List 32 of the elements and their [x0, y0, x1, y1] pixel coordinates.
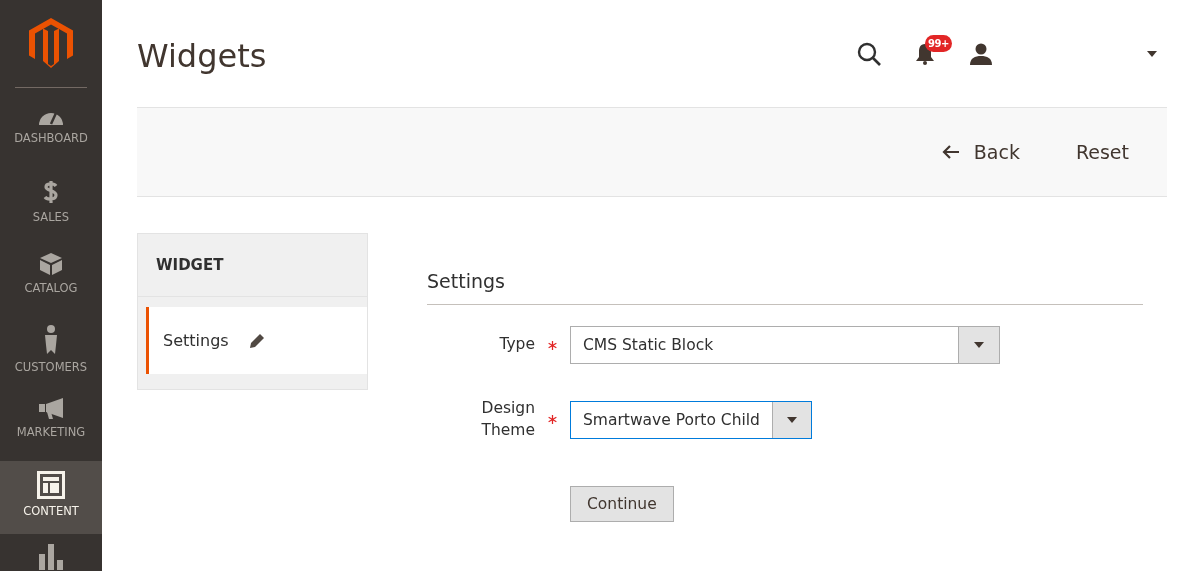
person-icon	[43, 325, 59, 355]
continue-button[interactable]: Continue	[570, 486, 674, 523]
notification-count-badge: 99+	[925, 34, 952, 52]
sidebar-item[interactable]: MARKETING	[0, 388, 102, 461]
field-label: Type	[498, 334, 535, 356]
hexagon-logo-icon[interactable]	[29, 18, 73, 68]
section-title: Settings	[427, 270, 1143, 305]
left-arrow-icon	[941, 145, 960, 159]
user-icon[interactable]	[969, 42, 993, 65]
field-label: Design Theme	[480, 398, 535, 441]
layout-icon	[37, 471, 65, 499]
page-title: Widgets	[137, 35, 268, 75]
caret-icon[interactable]	[1147, 50, 1157, 57]
sidebar-item[interactable]: DASHBOARD	[0, 96, 102, 169]
caret-icon	[786, 416, 797, 423]
back-button[interactable]: Back	[941, 141, 1020, 163]
bar-chart-icon	[39, 544, 63, 570]
sidebar-item[interactable]: CATALOG	[0, 242, 102, 315]
search-icon[interactable]	[857, 41, 881, 66]
panel-title: WIDGET	[138, 234, 367, 297]
megaphone-icon	[37, 398, 65, 420]
settings-tab[interactable]: Settings	[146, 307, 367, 374]
select-dropdown[interactable]: CMS Static Block	[570, 326, 1000, 364]
reset-button[interactable]: Reset	[1075, 141, 1129, 163]
sidebar-item[interactable]: CUSTOMERS	[0, 315, 102, 388]
caret-icon	[974, 342, 984, 348]
box-icon	[39, 252, 63, 276]
dollar-icon	[42, 179, 60, 205]
sidebar-item[interactable]: CONTENT	[0, 461, 102, 534]
pencil-icon	[248, 332, 265, 349]
sidebar-item[interactable]: SALES	[0, 169, 102, 242]
select-dropdown[interactable]: Smartwave Porto Child	[570, 400, 812, 439]
